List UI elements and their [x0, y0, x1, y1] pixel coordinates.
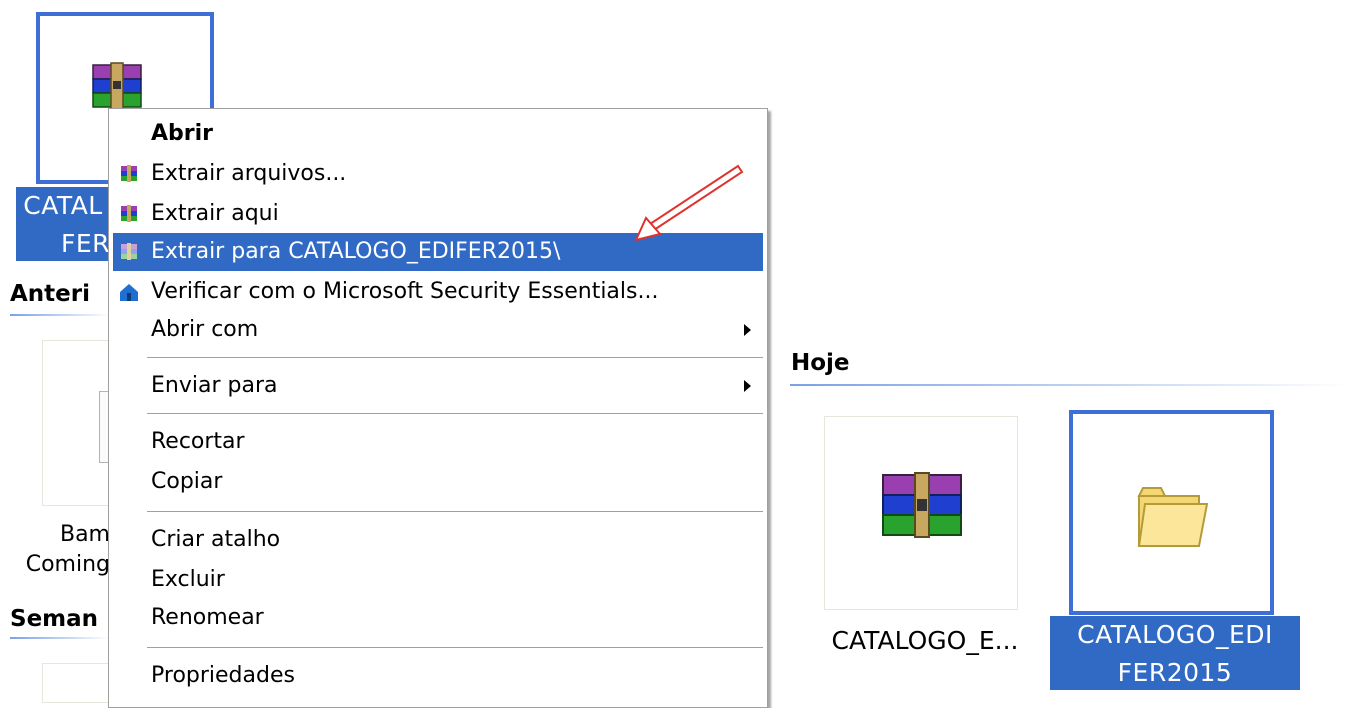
menu-item-label: Abrir com: [151, 317, 259, 342]
menu-item-criar-atalho[interactable]: Criar atalho: [113, 521, 763, 559]
rar-top-label-line2: FER: [60, 229, 110, 258]
hoje-rar-thumbnail[interactable]: [824, 416, 1018, 610]
winrar-icon: [121, 205, 137, 222]
menu-item-label: Renomear: [151, 605, 264, 630]
menu-item-copiar[interactable]: Copiar: [113, 463, 763, 501]
menu-item-recortar[interactable]: Recortar: [113, 423, 763, 461]
bam-label[interactable]: Bam Coming: [0, 520, 110, 580]
rar-top-label-line1: CATAL: [23, 191, 103, 220]
winrar-icon: [121, 165, 137, 182]
menu-item-label: Extrair aqui: [151, 201, 279, 226]
winrar-icon: [121, 243, 137, 260]
menu-item-excluir[interactable]: Excluir: [113, 561, 763, 599]
menu-item-renomear[interactable]: Renomear: [113, 599, 763, 637]
menu-item-propriedades[interactable]: Propriedades: [113, 657, 763, 695]
group-header-hoje: Hoje: [791, 350, 850, 376]
folder-icon: [1137, 487, 1209, 547]
group-divider-seman: [10, 637, 110, 639]
security-essentials-icon: [120, 284, 138, 301]
menu-item-label: Propriedades: [151, 663, 295, 688]
menu-separator: [147, 413, 763, 414]
hoje-folder-label[interactable]: CATALOGO_EDI FER2015: [1050, 616, 1300, 690]
hoje-folder-label-line1: CATALOGO_EDI: [1077, 620, 1273, 649]
winrar-icon: [882, 472, 962, 538]
menu-item-label: Extrair para CATALOGO_EDIFER2015\: [151, 239, 561, 264]
hoje-folder-thumbnail[interactable]: [1069, 410, 1274, 615]
seman-thumbnail[interactable]: [42, 663, 112, 703]
menu-item-label: Enviar para: [151, 373, 278, 398]
group-header-seman: Seman: [10, 606, 99, 632]
menu-item-abrir[interactable]: Abrir: [113, 115, 763, 153]
submenu-arrow-icon: [744, 324, 751, 336]
submenu-arrow-icon: [744, 380, 751, 392]
hoje-rar-label[interactable]: CATALOGO_E...: [800, 622, 1050, 660]
group-divider-anteri: [10, 314, 110, 316]
annotation-arrow-icon: [634, 164, 744, 242]
menu-item-label: Abrir: [151, 121, 214, 146]
menu-item-label: Excluir: [151, 567, 225, 592]
menu-item-label: Recortar: [151, 429, 245, 454]
group-header-anteri: Anteri: [10, 281, 90, 307]
group-divider-hoje: [790, 384, 1351, 386]
menu-item-label: Copiar: [151, 469, 223, 494]
rar-top-label[interactable]: CATAL FER: [16, 187, 110, 261]
menu-item-label: Criar atalho: [151, 527, 281, 552]
hoje-folder-label-line2: FER2015: [1117, 658, 1233, 687]
bam-label-line2: Coming: [25, 552, 110, 577]
menu-item-abrir-com[interactable]: Abrir com: [113, 311, 763, 349]
menu-item-enviar-para[interactable]: Enviar para: [113, 367, 763, 405]
menu-separator: [147, 357, 763, 358]
menu-item-label: Verificar com o Microsoft Security Essen…: [151, 279, 659, 304]
menu-item-verificar-security-essentials[interactable]: Verificar com o Microsoft Security Essen…: [113, 273, 763, 311]
menu-separator: [147, 647, 763, 648]
menu-item-label: Extrair arquivos...: [151, 161, 347, 186]
bam-label-line1: Bam: [59, 522, 110, 547]
bam-thumbnail[interactable]: [42, 340, 114, 506]
menu-separator: [147, 511, 763, 512]
